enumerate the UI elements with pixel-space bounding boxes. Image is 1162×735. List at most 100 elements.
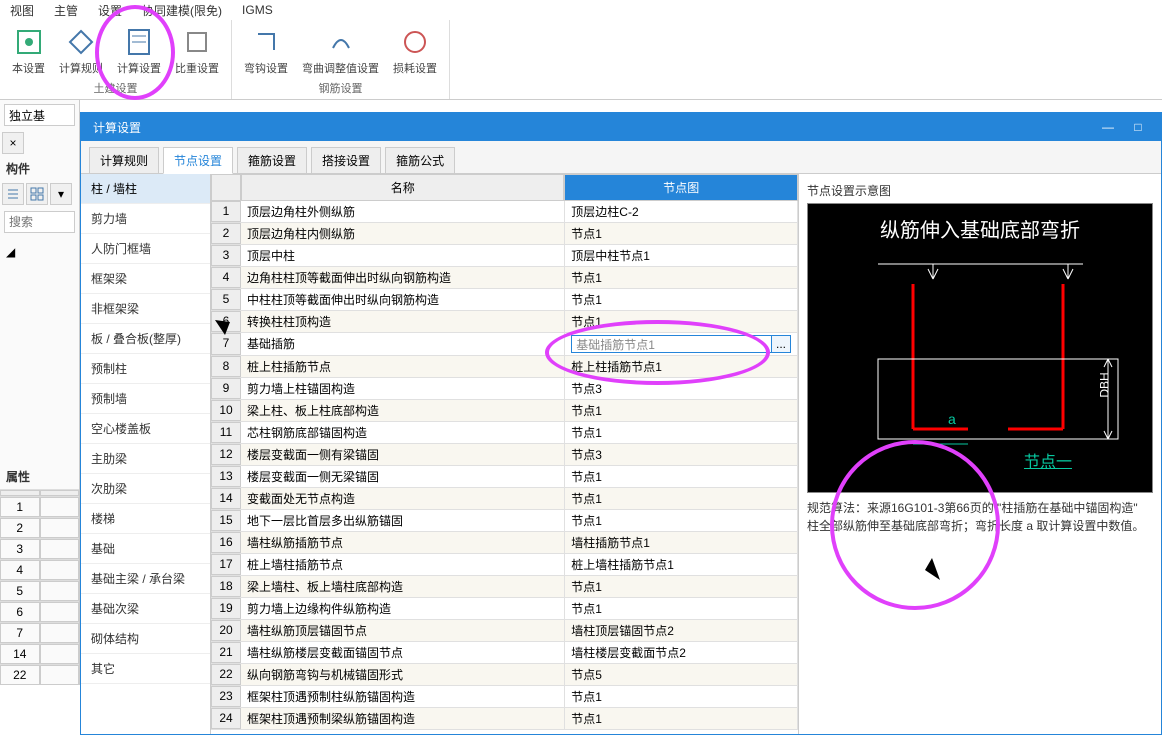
cat-item-8[interactable]: 空心楼盖板 [81, 414, 210, 444]
tab-1[interactable]: 节点设置 [163, 147, 233, 174]
row-name[interactable]: 框架柱顶遇预制柱纵筋锚固构造 [241, 686, 565, 707]
table-row[interactable]: 3顶层中柱顶层中柱节点1 [211, 245, 798, 267]
table-row[interactable]: 5中柱柱顶等截面伸出时纵向钢筋构造节点1 [211, 289, 798, 311]
table-row[interactable]: 10梁上柱、板上柱底部构造节点1 [211, 400, 798, 422]
table-row[interactable]: 18梁上墙柱、板上墙柱底部构造节点1 [211, 576, 798, 598]
table-row[interactable]: 17桩上墙柱插筋节点桩上墙柱插筋节点1 [211, 554, 798, 576]
row-name[interactable]: 楼层变截面一侧有梁锚固 [241, 444, 565, 465]
row-diagram[interactable]: 墙柱楼层变截面节点2 [565, 642, 798, 663]
cat-item-14[interactable]: 基础次梁 [81, 594, 210, 624]
row-name[interactable]: 变截面处无节点构造 [241, 488, 565, 509]
table-row[interactable]: 12楼层变截面一侧有梁锚固节点3 [211, 444, 798, 466]
row-diagram[interactable]: 桩上柱插筋节点1 [565, 356, 798, 377]
cat-item-3[interactable]: 框架梁 [81, 264, 210, 294]
tab-3[interactable]: 搭接设置 [311, 147, 381, 173]
table-row[interactable]: 24框架柱顶遇预制梁纵筋锚固构造节点1 [211, 708, 798, 730]
cat-item-9[interactable]: 主肋梁 [81, 444, 210, 474]
row-diagram[interactable]: 节点1 [565, 223, 798, 244]
table-row[interactable]: 20墙柱纵筋顶层锚固节点墙柱顶层锚固节点2 [211, 620, 798, 642]
cat-item-10[interactable]: 次肋梁 [81, 474, 210, 504]
diagram-input[interactable] [571, 335, 772, 353]
row-name[interactable]: 芯柱钢筋底部锚固构造 [241, 422, 565, 443]
row-diagram[interactable]: 节点3 [565, 444, 798, 465]
row-name[interactable]: 墙柱纵筋楼层变截面锚固节点 [241, 642, 565, 663]
tab-4[interactable]: 箍筋公式 [385, 147, 455, 173]
row-diagram[interactable]: 节点3 [565, 378, 798, 399]
table-row[interactable]: 1顶层边角柱外侧纵筋顶层边柱C-2 [211, 201, 798, 223]
component-dropdown[interactable]: 独立基 [4, 104, 75, 126]
cat-item-16[interactable]: 其它 [81, 654, 210, 684]
table-row[interactable]: 9剪力墙上柱锚固构造节点3 [211, 378, 798, 400]
row-diagram[interactable]: 节点1 [565, 267, 798, 288]
ribbon-item-2[interactable]: 计算设置 [113, 22, 165, 79]
tab-0[interactable]: 计算规则 [89, 147, 159, 173]
cat-item-13[interactable]: 基础主梁 / 承台梁 [81, 564, 210, 594]
grid-icon[interactable] [26, 183, 48, 205]
table-row[interactable]: 22纵向钢筋弯钩与机械锚固形式节点5 [211, 664, 798, 686]
row-diagram[interactable]: 节点1 [565, 311, 798, 332]
col-diagram[interactable]: 节点图 [564, 174, 798, 201]
row-name[interactable]: 梁上墙柱、板上墙柱底部构造 [241, 576, 565, 597]
cat-item-7[interactable]: 预制墙 [81, 384, 210, 414]
table-row[interactable]: 16墙柱纵筋插筋节点墙柱插筋节点1 [211, 532, 798, 554]
row-diagram[interactable]: 节点1 [565, 400, 798, 421]
cat-item-5[interactable]: 板 / 叠合板(整厚) [81, 324, 210, 354]
row-name[interactable]: 框架柱顶遇预制梁纵筋锚固构造 [241, 708, 565, 729]
row-diagram[interactable]: 节点1 [565, 708, 798, 729]
row-name[interactable]: 转换柱柱顶构造 [241, 311, 565, 332]
ellipsis-button[interactable]: ... [771, 335, 791, 353]
tab-2[interactable]: 箍筋设置 [237, 147, 307, 173]
search-input[interactable] [4, 211, 75, 233]
close-icon[interactable]: × [2, 132, 24, 154]
cat-item-2[interactable]: 人防门框墙 [81, 234, 210, 264]
table-row[interactable]: 14变截面处无节点构造节点1 [211, 488, 798, 510]
row-diagram[interactable]: 节点1 [565, 510, 798, 531]
table-row[interactable]: 19剪力墙上边缘构件纵筋构造节点1 [211, 598, 798, 620]
row-diagram[interactable]: 节点1 [565, 686, 798, 707]
row-name[interactable]: 边角柱柱顶等截面伸出时纵向钢筋构造 [241, 267, 565, 288]
row-name[interactable]: 顶层边角柱外侧纵筋 [241, 201, 565, 222]
cat-item-11[interactable]: 楼梯 [81, 504, 210, 534]
table-row[interactable]: 2顶层边角柱内侧纵筋节点1 [211, 223, 798, 245]
row-diagram[interactable]: ... [565, 333, 798, 355]
tree-arrow-icon[interactable]: ◢ [6, 245, 73, 259]
minimize-icon[interactable]: — [1097, 118, 1119, 136]
table-row[interactable]: 13楼层变截面一侧无梁锚固节点1 [211, 466, 798, 488]
ribbon-item-1[interactable]: 计算规则 [55, 22, 107, 79]
row-name[interactable]: 墙柱纵筋插筋节点 [241, 532, 565, 553]
row-name[interactable]: 地下一层比首层多出纵筋锚固 [241, 510, 565, 531]
ribbon-item-6[interactable]: 损耗设置 [389, 22, 441, 79]
ribbon-item-5[interactable]: 弯曲调整值设置 [298, 22, 383, 79]
ribbon-item-3[interactable]: 比重设置 [171, 22, 223, 79]
table-row[interactable]: 15地下一层比首层多出纵筋锚固节点1 [211, 510, 798, 532]
maximize-icon[interactable]: □ [1127, 118, 1149, 136]
ribbon-item-4[interactable]: 弯钩设置 [240, 22, 292, 79]
table-row[interactable]: 21墙柱纵筋楼层变截面锚固节点墙柱楼层变截面节点2 [211, 642, 798, 664]
row-diagram[interactable]: 节点1 [565, 488, 798, 509]
row-diagram[interactable]: 节点1 [565, 466, 798, 487]
row-name[interactable]: 中柱柱顶等截面伸出时纵向钢筋构造 [241, 289, 565, 310]
cat-item-4[interactable]: 非框架梁 [81, 294, 210, 324]
row-name[interactable]: 纵向钢筋弯钩与机械锚固形式 [241, 664, 565, 685]
cat-item-1[interactable]: 剪力墙 [81, 204, 210, 234]
list-icon[interactable] [2, 183, 24, 205]
table-row[interactable]: 7基础插筋... [211, 333, 798, 356]
row-name[interactable]: 楼层变截面一侧无梁锚固 [241, 466, 565, 487]
row-name[interactable]: 墙柱纵筋顶层锚固节点 [241, 620, 565, 641]
cat-item-0[interactable]: 柱 / 墙柱 [81, 174, 210, 204]
row-diagram[interactable]: 顶层中柱节点1 [565, 245, 798, 266]
table-row[interactable]: 4边角柱柱顶等截面伸出时纵向钢筋构造节点1 [211, 267, 798, 289]
table-row[interactable]: 11芯柱钢筋底部锚固构造节点1 [211, 422, 798, 444]
row-diagram[interactable]: 顶层边柱C-2 [565, 201, 798, 222]
row-name[interactable]: 顶层边角柱内侧纵筋 [241, 223, 565, 244]
row-diagram[interactable]: 节点5 [565, 664, 798, 685]
row-name[interactable]: 剪力墙上柱锚固构造 [241, 378, 565, 399]
ribbon-item-0[interactable]: 本设置 [8, 22, 49, 79]
table-row[interactable]: 8桩上柱插筋节点桩上柱插筋节点1 [211, 356, 798, 378]
cat-item-15[interactable]: 砌体结构 [81, 624, 210, 654]
row-name[interactable]: 剪力墙上边缘构件纵筋构造 [241, 598, 565, 619]
table-row[interactable]: 6转换柱柱顶构造节点1 [211, 311, 798, 333]
row-diagram[interactable]: 节点1 [565, 576, 798, 597]
more-icon[interactable]: ▾ [50, 183, 72, 205]
row-diagram[interactable]: 节点1 [565, 289, 798, 310]
